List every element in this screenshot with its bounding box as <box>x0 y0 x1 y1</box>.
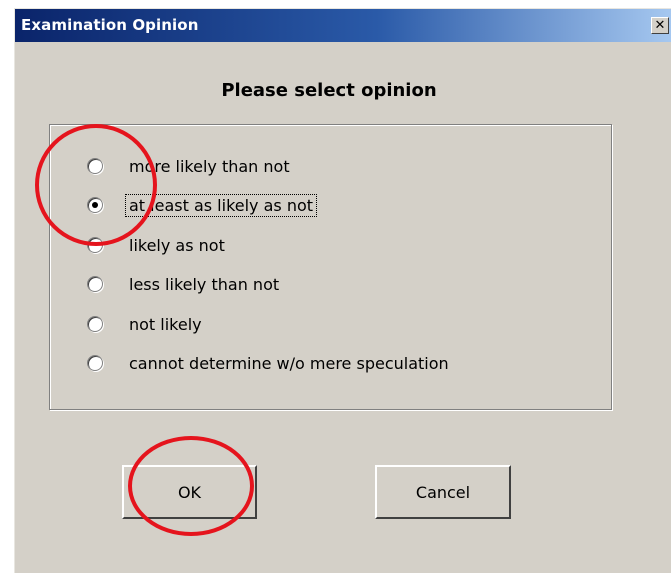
ok-button-label: OK <box>177 482 202 502</box>
option-cannot-determine[interactable]: cannot determine w/o mere speculation <box>87 351 452 375</box>
option-label: less likely than not <box>129 274 280 294</box>
radio-button[interactable] <box>87 237 103 253</box>
radio-button[interactable] <box>87 158 103 174</box>
option-not-likely[interactable]: not likely <box>87 312 205 336</box>
radio-button-selected[interactable] <box>87 197 103 213</box>
option-less-likely[interactable]: less likely than not <box>87 272 282 296</box>
radio-button[interactable] <box>87 316 103 332</box>
option-label: not likely <box>129 314 202 334</box>
cancel-button[interactable]: Cancel <box>375 465 511 519</box>
title-bar[interactable]: Examination Opinion ✕ <box>15 9 671 42</box>
option-label: cannot determine w/o mere speculation <box>129 353 449 373</box>
window-title: Examination Opinion <box>21 16 199 34</box>
option-at-least-as-likely[interactable]: at least as likely as not <box>87 193 318 217</box>
ok-button[interactable]: OK <box>122 465 257 519</box>
option-label: more likely than not <box>129 156 290 176</box>
radio-button[interactable] <box>87 276 103 292</box>
option-label: likely as not <box>129 235 225 255</box>
option-likely-as-not[interactable]: likely as not <box>87 233 228 257</box>
close-icon: ✕ <box>654 18 666 33</box>
dialog-window: Examination Opinion ✕ Please select opin… <box>14 8 671 573</box>
cancel-button-label: Cancel <box>415 482 471 502</box>
option-more-likely[interactable]: more likely than not <box>87 154 293 178</box>
opinion-radio-group: more likely than not at least as likely … <box>49 124 612 410</box>
prompt-heading: Please select opinion <box>221 80 437 101</box>
option-label: at least as likely as not <box>124 193 318 217</box>
radio-button[interactable] <box>87 355 103 371</box>
close-button[interactable]: ✕ <box>651 17 669 34</box>
